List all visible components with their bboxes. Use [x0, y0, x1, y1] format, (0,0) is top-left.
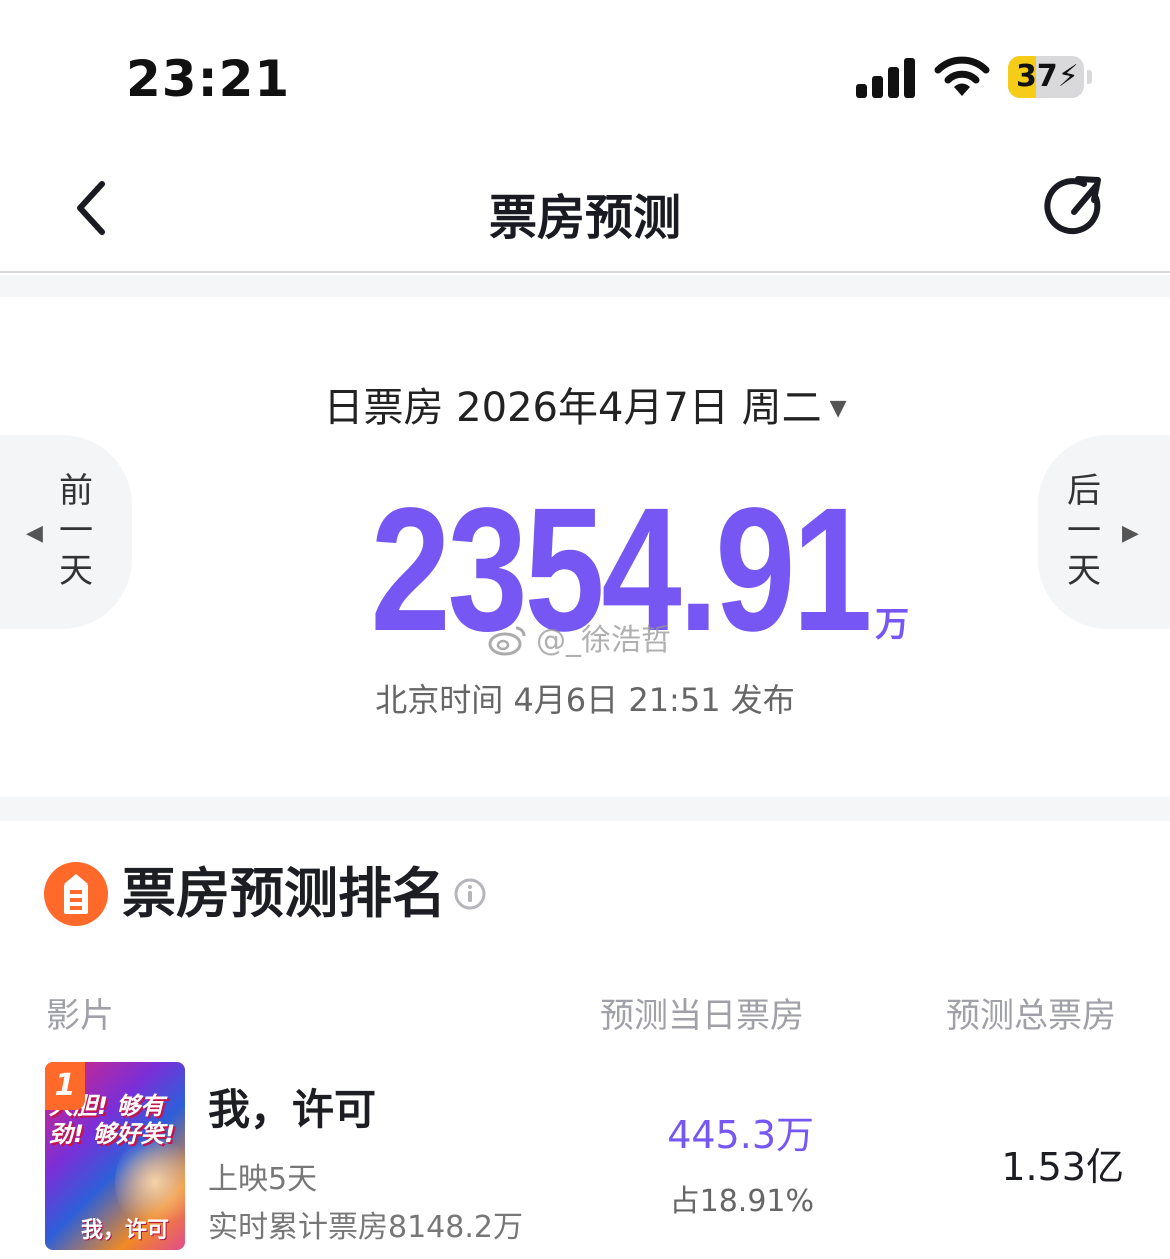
status-time: 23:21	[126, 50, 291, 108]
battery-level-text: 37⚡	[1016, 59, 1079, 94]
total-forecast-value: 1.53亿	[1001, 1145, 1124, 1189]
battery-cap	[1087, 70, 1092, 84]
daily-box-office-summary: 日票房 2026年4月7日 周二 ▼ ◀ 前 一 天 后 一 天 ▶ 2354.9…	[0, 297, 1170, 797]
column-header-daily-forecast[interactable]: 预测当日票房	[600, 988, 804, 1037]
refresh-button[interactable]	[1042, 174, 1110, 242]
movie-poster[interactable]: 大胆! 够有劲! 够好笑! 1 我，许可	[45, 1062, 185, 1250]
weibo-icon	[488, 626, 526, 656]
section-divider	[0, 275, 1170, 297]
wifi-icon	[934, 56, 990, 96]
battery-body: 37⚡	[1008, 56, 1084, 98]
status-bar: 23:21 37⚡	[0, 0, 1170, 150]
days-showing: 上映5天	[208, 1162, 318, 1197]
publish-time: 北京时间 4月6日 21:51 发布	[375, 681, 795, 719]
movie-title[interactable]: 我，许可	[208, 1076, 376, 1137]
column-header-total-forecast[interactable]: 预测总票房	[946, 988, 1116, 1037]
column-header-film: 影片	[46, 996, 114, 1036]
box-office-unit: 万	[875, 605, 910, 645]
watermark: @_徐浩哲	[488, 615, 671, 659]
rank-badge: 1	[45, 1062, 85, 1110]
daily-forecast-value: 445.3万	[667, 1113, 814, 1157]
nav-bar: 票房预测	[0, 150, 1170, 273]
daily-share: 占18.91%	[669, 1184, 814, 1219]
page-title: 票房预测	[488, 190, 681, 246]
cellular-signal-icon	[856, 58, 915, 98]
info-icon[interactable]	[454, 878, 486, 910]
ranking-title: 票房预测排名	[122, 862, 446, 925]
cumulative-box-office: 实时累计票房8148.2万	[208, 1210, 523, 1245]
date-selector[interactable]: 日票房 2026年4月7日 周二 ▼	[0, 375, 1170, 433]
section-divider	[0, 797, 1170, 821]
date-label: 日票房 2026年4月7日 周二	[323, 385, 822, 431]
battery-charging-icon: 37⚡	[1008, 56, 1092, 98]
ranking-row[interactable]: 大胆! 够有劲! 够好笑! 1 我，许可 我，许可 上映5天 实时累计票房814…	[0, 1062, 1170, 1259]
caret-down-icon: ▼	[829, 396, 847, 421]
poster-title: 我，许可	[81, 1218, 170, 1243]
cinema-icon	[44, 862, 108, 926]
